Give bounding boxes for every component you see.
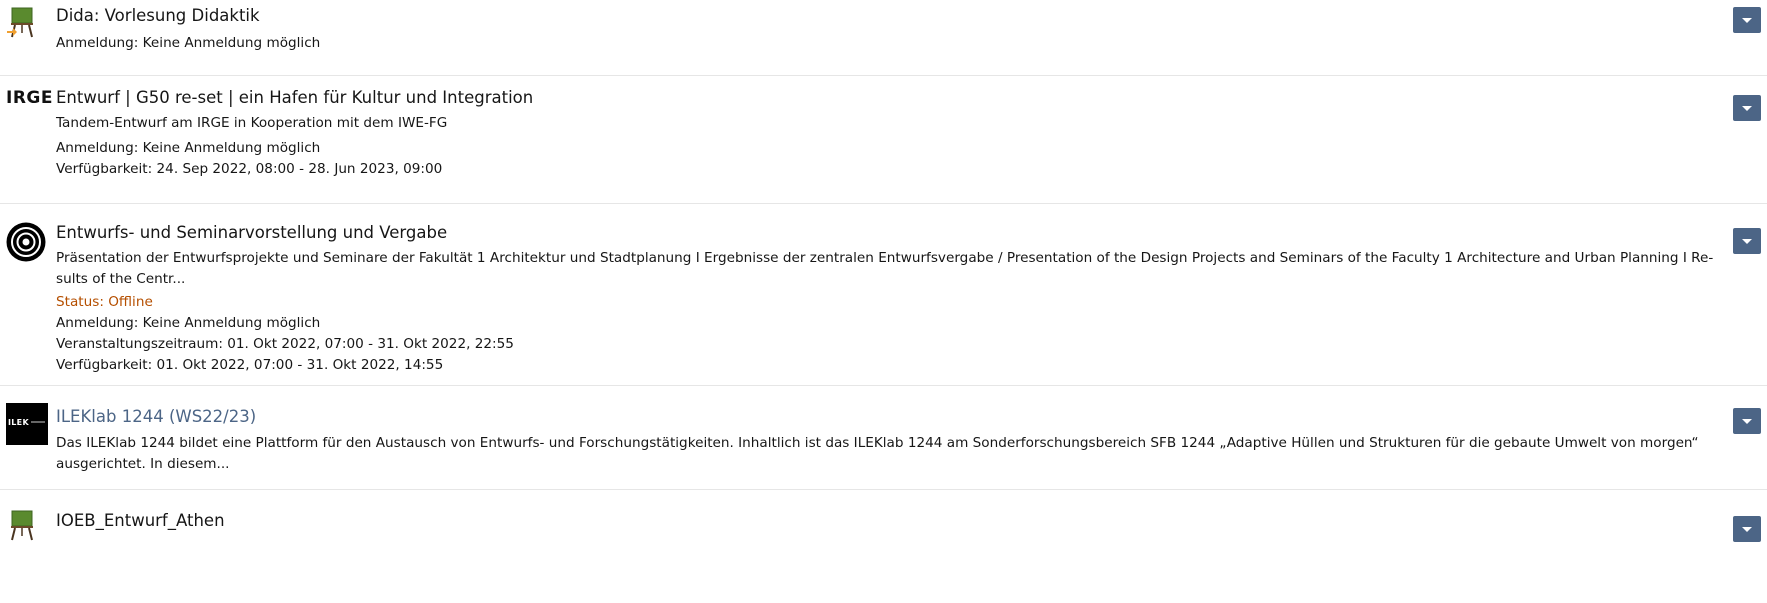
irge-logo: IRGE [6,88,53,108]
list-item: Entwurfs- und Seminarvorstellung und Ver… [0,204,1767,386]
caret-down-icon [1742,419,1752,424]
ilek-logo-text: ILEK [8,418,29,427]
item-title[interactable]: IOEB_Entwurf_Athen [56,510,1707,532]
actions-dropdown-button[interactable] [1733,95,1761,121]
item-property: Anmeldung: Keine Anmeldung möglich [56,315,321,331]
item-title[interactable]: Entwurf | G50 re-set | ein Hafen für Kul… [56,87,1707,109]
item-description: Das ILEKlab 1244 bildet eine Plattform f… [56,435,1699,451]
target-rings-icon [6,222,46,262]
actions-dropdown-button[interactable] [1733,7,1761,33]
item-description: Präsentation der Entwurfsprojekte und Se… [56,250,1714,266]
actions-dropdown-button[interactable] [1733,516,1761,542]
item-title-link[interactable]: ILEKlab 1244 (WS22/23) [56,406,1707,428]
item-property: Verfügbarkeit: 01. Okt 2022, 07:00 - 31.… [56,357,444,373]
item-description-continued: sults of the Centr... [56,271,186,287]
item-description-continued: ausgerichtet. In diesem... [56,456,230,472]
ilek-logo-mark [31,421,45,423]
caret-down-icon [1742,106,1752,111]
actions-dropdown-button[interactable] [1733,228,1761,254]
list-item: ILEK ILEKlab 1244 (WS22/23) Das ILEKlab … [0,386,1767,490]
course-list: Dida: Vorlesung Didaktik Anmeldung: Kein… [0,0,1767,603]
caret-down-icon [1742,239,1752,244]
actions-dropdown-button[interactable] [1733,408,1761,434]
item-property: Anmeldung: Keine Anmeldung möglich [56,35,321,51]
course-board-icon [6,510,36,542]
item-title[interactable]: Dida: Vorlesung Didaktik [56,5,1707,27]
list-item: Dida: Vorlesung Didaktik Anmeldung: Kein… [0,0,1767,76]
item-property: Anmeldung: Keine Anmeldung möglich [56,140,321,156]
item-description: Tandem-Entwurf am IRGE in Kooperation mi… [56,115,448,131]
item-title[interactable]: Entwurfs- und Seminarvorstellung und Ver… [56,222,1707,244]
course-board-icon [6,7,36,39]
caret-down-icon [1742,527,1752,532]
list-item: IRGE Entwurf | G50 re-set | ein Hafen fü… [0,76,1767,204]
list-item: IOEB_Entwurf_Athen [0,490,1767,603]
ilek-logo: ILEK [6,403,48,445]
status-offline: Status: Offline [56,294,153,310]
item-property: Verfügbarkeit: 24. Sep 2022, 08:00 - 28.… [56,161,443,177]
item-property: Veranstaltungszeitraum: 01. Okt 2022, 07… [56,336,514,352]
caret-down-icon [1742,18,1752,23]
